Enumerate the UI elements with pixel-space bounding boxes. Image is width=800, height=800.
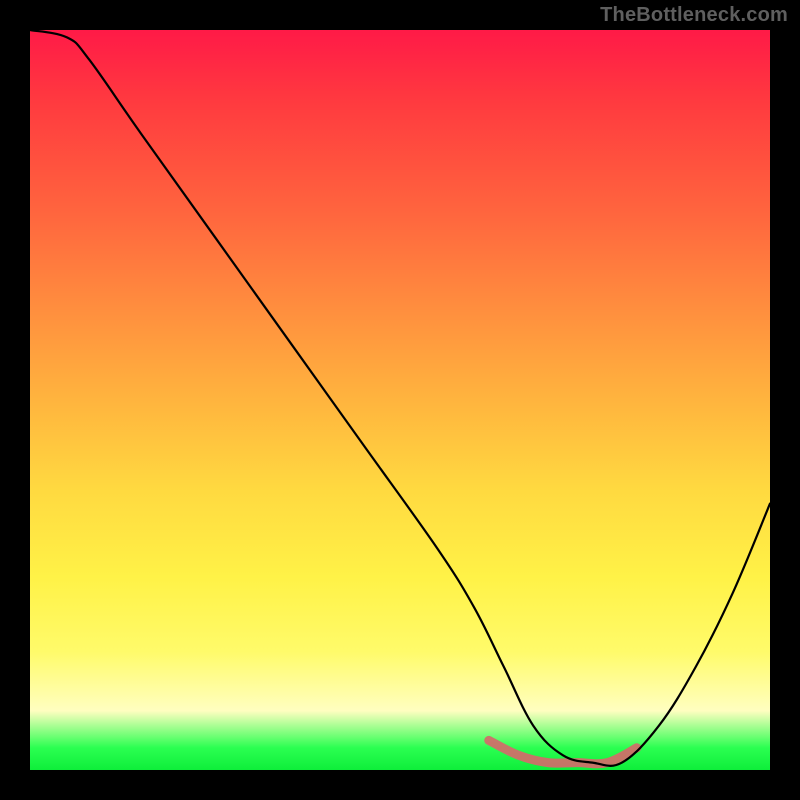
plot-area: [30, 30, 770, 770]
valley-highlight-path: [489, 740, 637, 763]
watermark-text: TheBottleneck.com: [600, 4, 788, 27]
chart-frame: TheBottleneck.com: [0, 0, 800, 800]
bottleneck-curve-path: [30, 30, 770, 766]
line-chart-svg: [30, 30, 770, 770]
